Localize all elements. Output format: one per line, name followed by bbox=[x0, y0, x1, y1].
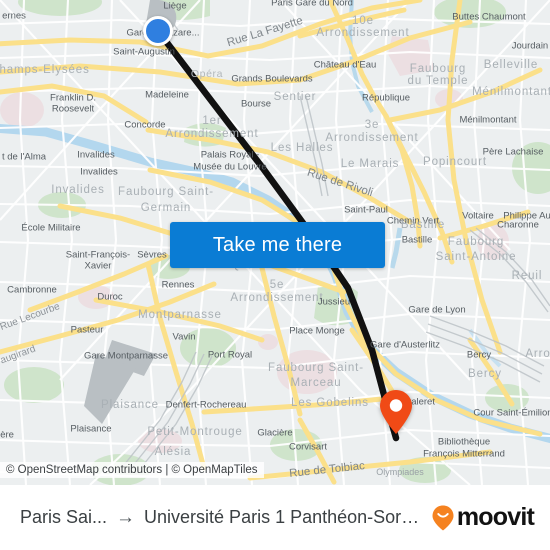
take-me-there-button[interactable]: Take me there bbox=[170, 222, 385, 268]
route-origin-label: Paris Sai... bbox=[20, 507, 108, 527]
origin-dot-marker[interactable] bbox=[143, 16, 173, 46]
map-attribution[interactable]: © OpenStreetMap contributors | © OpenMap… bbox=[0, 462, 264, 478]
map-canvas[interactable]: ernes Liège Gare Lazare... Rue La Fayette Par… bbox=[0, 0, 550, 485]
route-footer-bar: Paris Sai... → Université Paris 1 Panthé… bbox=[0, 485, 550, 550]
moovit-wordmark: moovit bbox=[456, 503, 535, 531]
route-summary: Paris Sai... → Université Paris 1 Panthé… bbox=[20, 507, 422, 528]
arrow-right-icon: → bbox=[116, 507, 136, 528]
map-pin-icon bbox=[380, 390, 412, 434]
moovit-route-preview: ernes Liège Gare Lazare... Rue La Fayette Par… bbox=[0, 0, 550, 550]
route-destination-label: Université Paris 1 Panthéon-Sorbonne ... bbox=[144, 507, 422, 527]
destination-pin-marker[interactable] bbox=[379, 389, 413, 440]
moovit-pin-icon bbox=[432, 505, 454, 530]
moovit-logo[interactable]: moovit bbox=[432, 503, 535, 531]
